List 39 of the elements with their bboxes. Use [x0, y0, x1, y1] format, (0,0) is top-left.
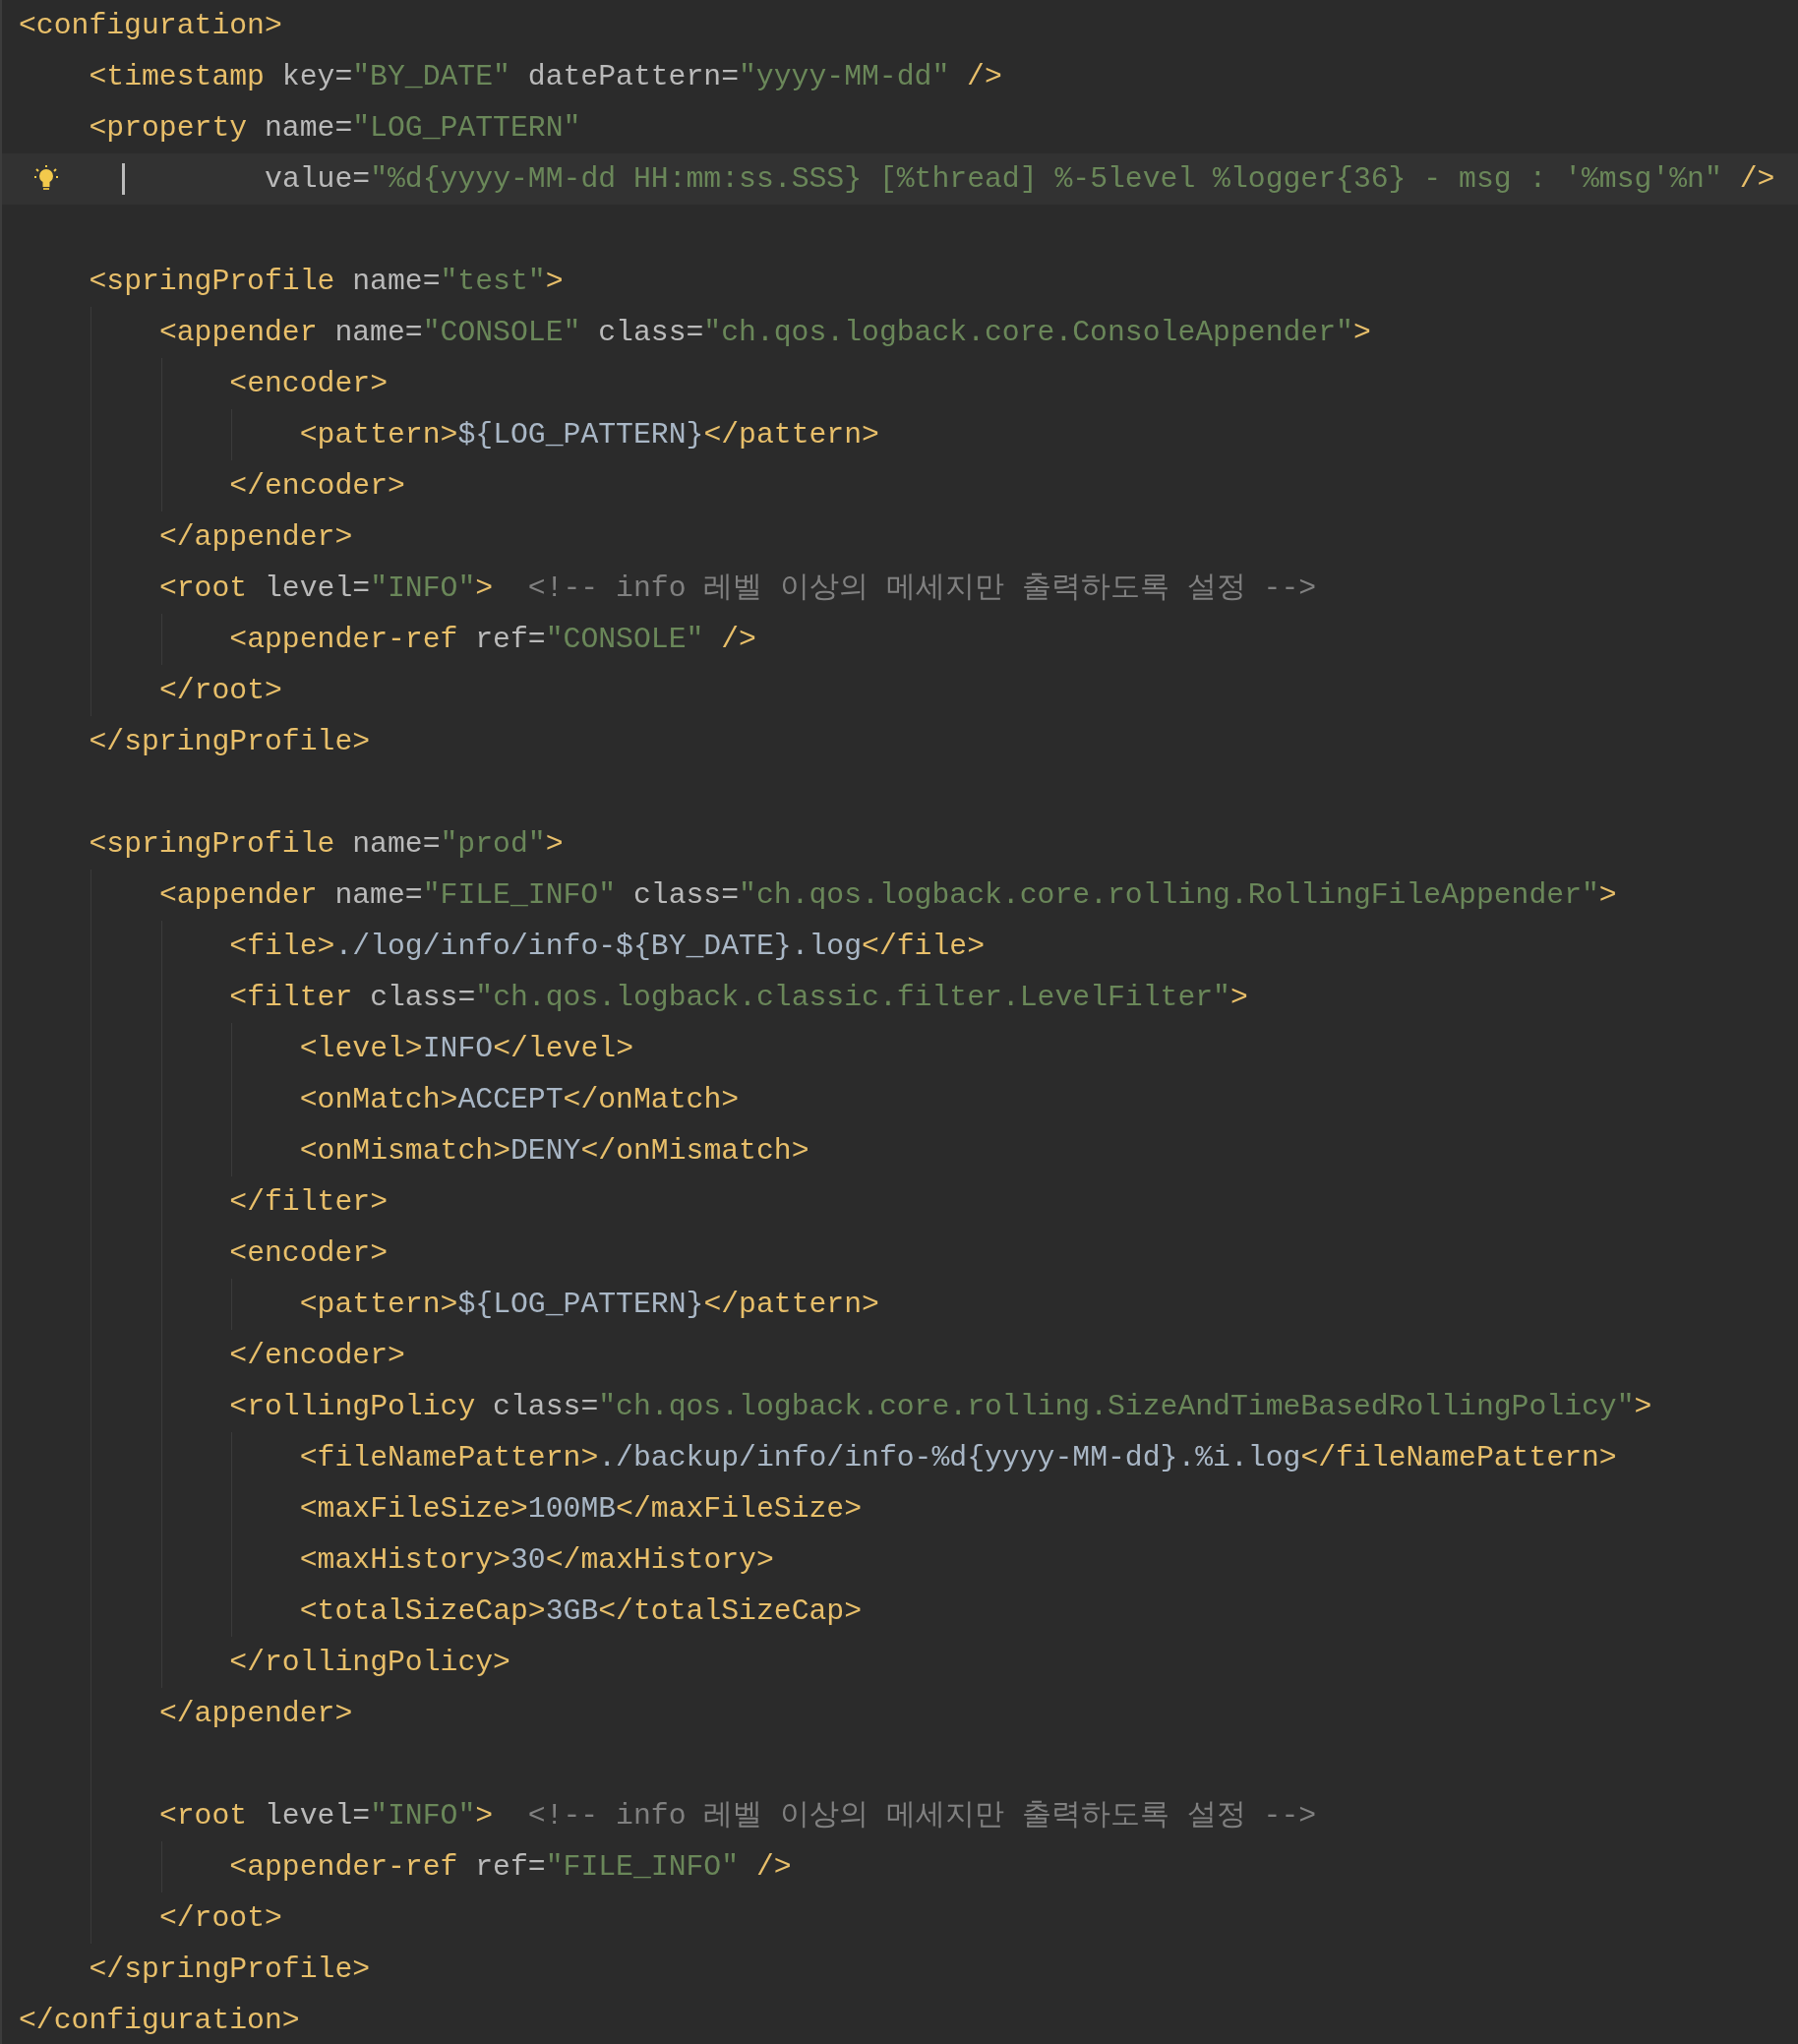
code-line: <encoder> [229, 1235, 388, 1272]
code-line: <encoder> [229, 366, 388, 402]
code-line: </encoder> [229, 1338, 405, 1374]
code-line: <appender name="FILE_INFO" class="ch.qos.logback.core.rolling.RollingFileAppender"> [158, 877, 1617, 914]
code-line: <fileNamePattern>./backup/info/info-%d{yyyy-MM-dd}.%i.log</fileNamePattern> [299, 1440, 1617, 1476]
code-line: </encoder> [229, 468, 405, 505]
code-line: </root> [158, 673, 282, 709]
code-line: </springProfile> [89, 724, 371, 760]
code-line: <pattern>${LOG_PATTERN}</pattern> [299, 417, 879, 453]
code-line: <maxHistory>30</maxHistory> [299, 1542, 774, 1579]
code-line: <springProfile name="prod"> [89, 826, 564, 863]
code-line: <springProfile name="test"> [89, 264, 564, 300]
code-line: <file>./log/info/info-${BY_DATE}.log</file> [229, 929, 985, 965]
code-line: <appender-ref ref="CONSOLE" /> [229, 622, 756, 658]
code-line: <onMismatch>DENY</onMismatch> [299, 1133, 809, 1170]
code-line: <level>INFO</level> [299, 1031, 633, 1067]
code-line: </configuration> [19, 2003, 300, 2039]
code-line: <pattern>${LOG_PATTERN}</pattern> [299, 1287, 879, 1323]
code-line: </appender> [158, 519, 353, 556]
text-cursor [122, 163, 125, 195]
lightbulb-icon[interactable] [34, 165, 58, 193]
code-line: <root level="INFO"> <!-- info 레벨 이상의 메세지만 출력하도록 설정 --> [158, 571, 1317, 607]
code-line: </filter> [229, 1184, 388, 1221]
code-line: </springProfile> [89, 1952, 371, 1988]
code-line: <configuration> [19, 8, 282, 44]
code-line: <appender name="CONSOLE" class="ch.qos.logback.core.ConsoleAppender"> [158, 315, 1371, 351]
code-line: <root level="INFO"> <!-- info 레벨 이상의 메세지만 출력하도록 설정 --> [158, 1798, 1317, 1834]
code-line: value="%d{yyyy-MM-dd HH:mm:ss.SSS} [%thread] %-5level %logger{36} - msg : '%msg'%n" /> [265, 161, 1775, 198]
code-line: </root> [158, 1900, 282, 1937]
code-line: <filter class="ch.qos.logback.classic.filter.LevelFilter"> [229, 980, 1248, 1016]
code-line: <onMatch>ACCEPT</onMatch> [299, 1082, 740, 1118]
code-line: <property name="LOG_PATTERN" [89, 110, 581, 147]
code-line: <maxFileSize>100MB</maxFileSize> [299, 1491, 863, 1528]
code-line: <appender-ref ref="FILE_INFO" /> [229, 1849, 792, 1886]
code-line: <timestamp key="BY_DATE" datePattern="yyyy-MM-dd" /> [89, 59, 1002, 95]
code-line: <rollingPolicy class="ch.qos.logback.core.rolling.SizeAndTimeBasedRollingPolicy"> [229, 1389, 1652, 1425]
code-line: </appender> [158, 1696, 353, 1732]
code-line: <totalSizeCap>3GB</totalSizeCap> [299, 1593, 863, 1630]
code-line: </rollingPolicy> [229, 1645, 510, 1681]
